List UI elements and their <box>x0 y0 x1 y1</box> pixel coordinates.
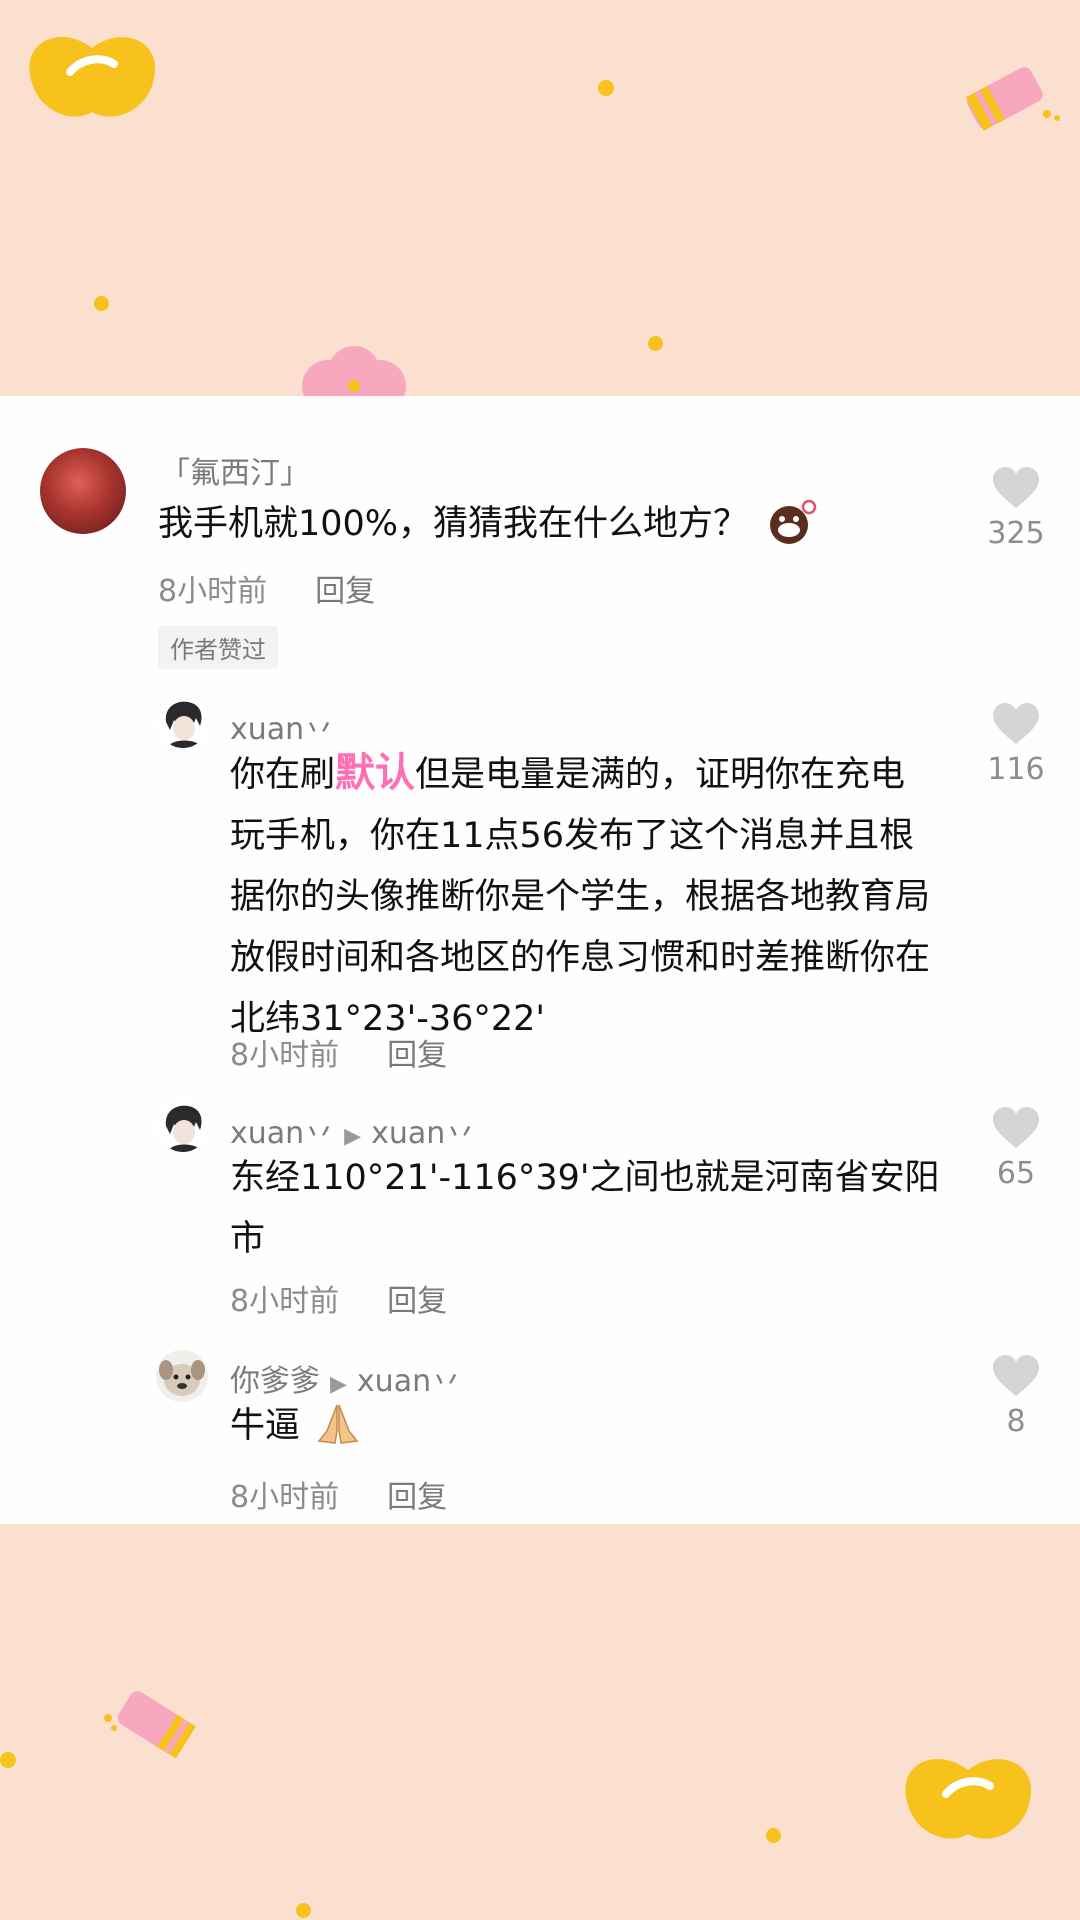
author-name[interactable]: 你爹爹 <box>230 1364 320 1399</box>
like-count: 65 <box>996 1156 1036 1191</box>
anime-avatar-icon <box>165 701 202 748</box>
like-count: 116 <box>987 752 1045 787</box>
comment-text-content: 我手机就100%，猜猜我在什么地方？ <box>158 504 749 544</box>
comment-meta: 8小时前 回复 <box>230 1030 447 1074</box>
reply-button[interactable]: 回复 <box>387 1480 447 1515</box>
like-count: 325 <box>987 516 1045 551</box>
author-liked-badge: 作者赞过 <box>158 626 278 669</box>
comment-text: 牛逼 <box>230 1396 361 1457</box>
anime-avatar-icon <box>165 1105 202 1152</box>
decor-dot <box>648 336 663 351</box>
like-button[interactable]: 8 <box>966 1354 1066 1439</box>
avatar[interactable] <box>158 698 208 748</box>
comment-meta: 8小时前 回复 <box>230 1472 447 1516</box>
heart-icon <box>993 1355 1039 1396</box>
reply-button[interactable]: 回复 <box>315 574 375 609</box>
avatar[interactable] <box>40 448 126 534</box>
heart-icon <box>993 1107 1039 1148</box>
comment-meta: 8小时前 回复 <box>158 566 375 610</box>
like-button[interactable]: 65 <box>966 1106 1066 1191</box>
decor-dot <box>598 80 614 96</box>
laughing-emoji-icon <box>770 499 817 544</box>
comment-username[interactable]: xuan丷 <box>230 704 334 748</box>
author-name[interactable]: xuan丷 <box>230 1116 334 1151</box>
like-count: 8 <box>1006 1404 1026 1439</box>
decor-dot <box>0 1752 16 1768</box>
decor-dot <box>94 296 109 311</box>
avatar[interactable] <box>158 1102 208 1152</box>
praying-hands-emoji-icon <box>317 1404 359 1444</box>
comment-meta: 8小时前 回复 <box>230 1276 447 1320</box>
highlight-sticker: 默认 <box>335 750 416 796</box>
comment-panel: 「氟西汀」 我手机就100%，猜猜我在什么地方？ 8小时前 回复 作者赞过 325 <box>0 396 1080 1524</box>
avatar[interactable] <box>156 1350 208 1402</box>
like-button[interactable]: 116 <box>966 702 1066 787</box>
comment-text: 东经110°21'-116°39'之间也就是河南省安阳市 <box>230 1158 940 1259</box>
comment-text: 你在刷默认但是电量是满的，证明你在充电玩手机，你在11点56发布了这个消息并且根… <box>230 743 940 1050</box>
heart-icon <box>993 467 1039 508</box>
comment-time: 8小时前 <box>230 1480 340 1515</box>
like-button[interactable]: 325 <box>966 466 1066 551</box>
decor-dot <box>766 1828 781 1843</box>
comment-time: 8小时前 <box>230 1284 340 1319</box>
comment-username: xuan丷 ▶ xuan丷 <box>230 1108 475 1152</box>
reply-arrow-icon: ▶ <box>344 1124 362 1149</box>
comment-text: 我手机就100%，猜猜我在什么地方？ <box>158 494 858 555</box>
gold-ingot-icon <box>905 1758 1032 1839</box>
decor-dot <box>296 1903 311 1918</box>
reply-arrow-icon: ▶ <box>330 1372 347 1397</box>
comment-text-content: 牛逼 <box>230 1406 301 1446</box>
reply-button[interactable]: 回复 <box>387 1284 447 1319</box>
screen: 「氟西汀」 我手机就100%，猜猜我在什么地方？ 8小时前 回复 作者赞过 325 <box>0 0 1080 1920</box>
reply-target-name[interactable]: xuan丷 <box>357 1364 461 1399</box>
reply-button[interactable]: 回复 <box>387 1038 447 1073</box>
comment-time: 8小时前 <box>158 574 268 609</box>
comment-text-prefix: 你在刷 <box>230 755 336 795</box>
comment-username: 你爹爹 ▶ xuan丷 <box>230 1356 461 1400</box>
comment-time: 8小时前 <box>230 1038 340 1073</box>
heart-icon <box>993 703 1039 744</box>
comment-username[interactable]: 「氟西汀」 <box>160 448 310 492</box>
comment-text-suffix: 但是电量是满的，证明你在充电玩手机，你在11点56发布了这个消息并且根据你的头像… <box>230 755 931 1039</box>
pink-cup-icon <box>965 67 1060 131</box>
gold-ingot-icon <box>29 36 156 117</box>
pink-cup-icon <box>104 1691 196 1759</box>
puppy-avatar-icon <box>159 1360 205 1396</box>
pink-flower-icon <box>302 346 406 396</box>
reply-target-name[interactable]: xuan丷 <box>371 1116 475 1151</box>
